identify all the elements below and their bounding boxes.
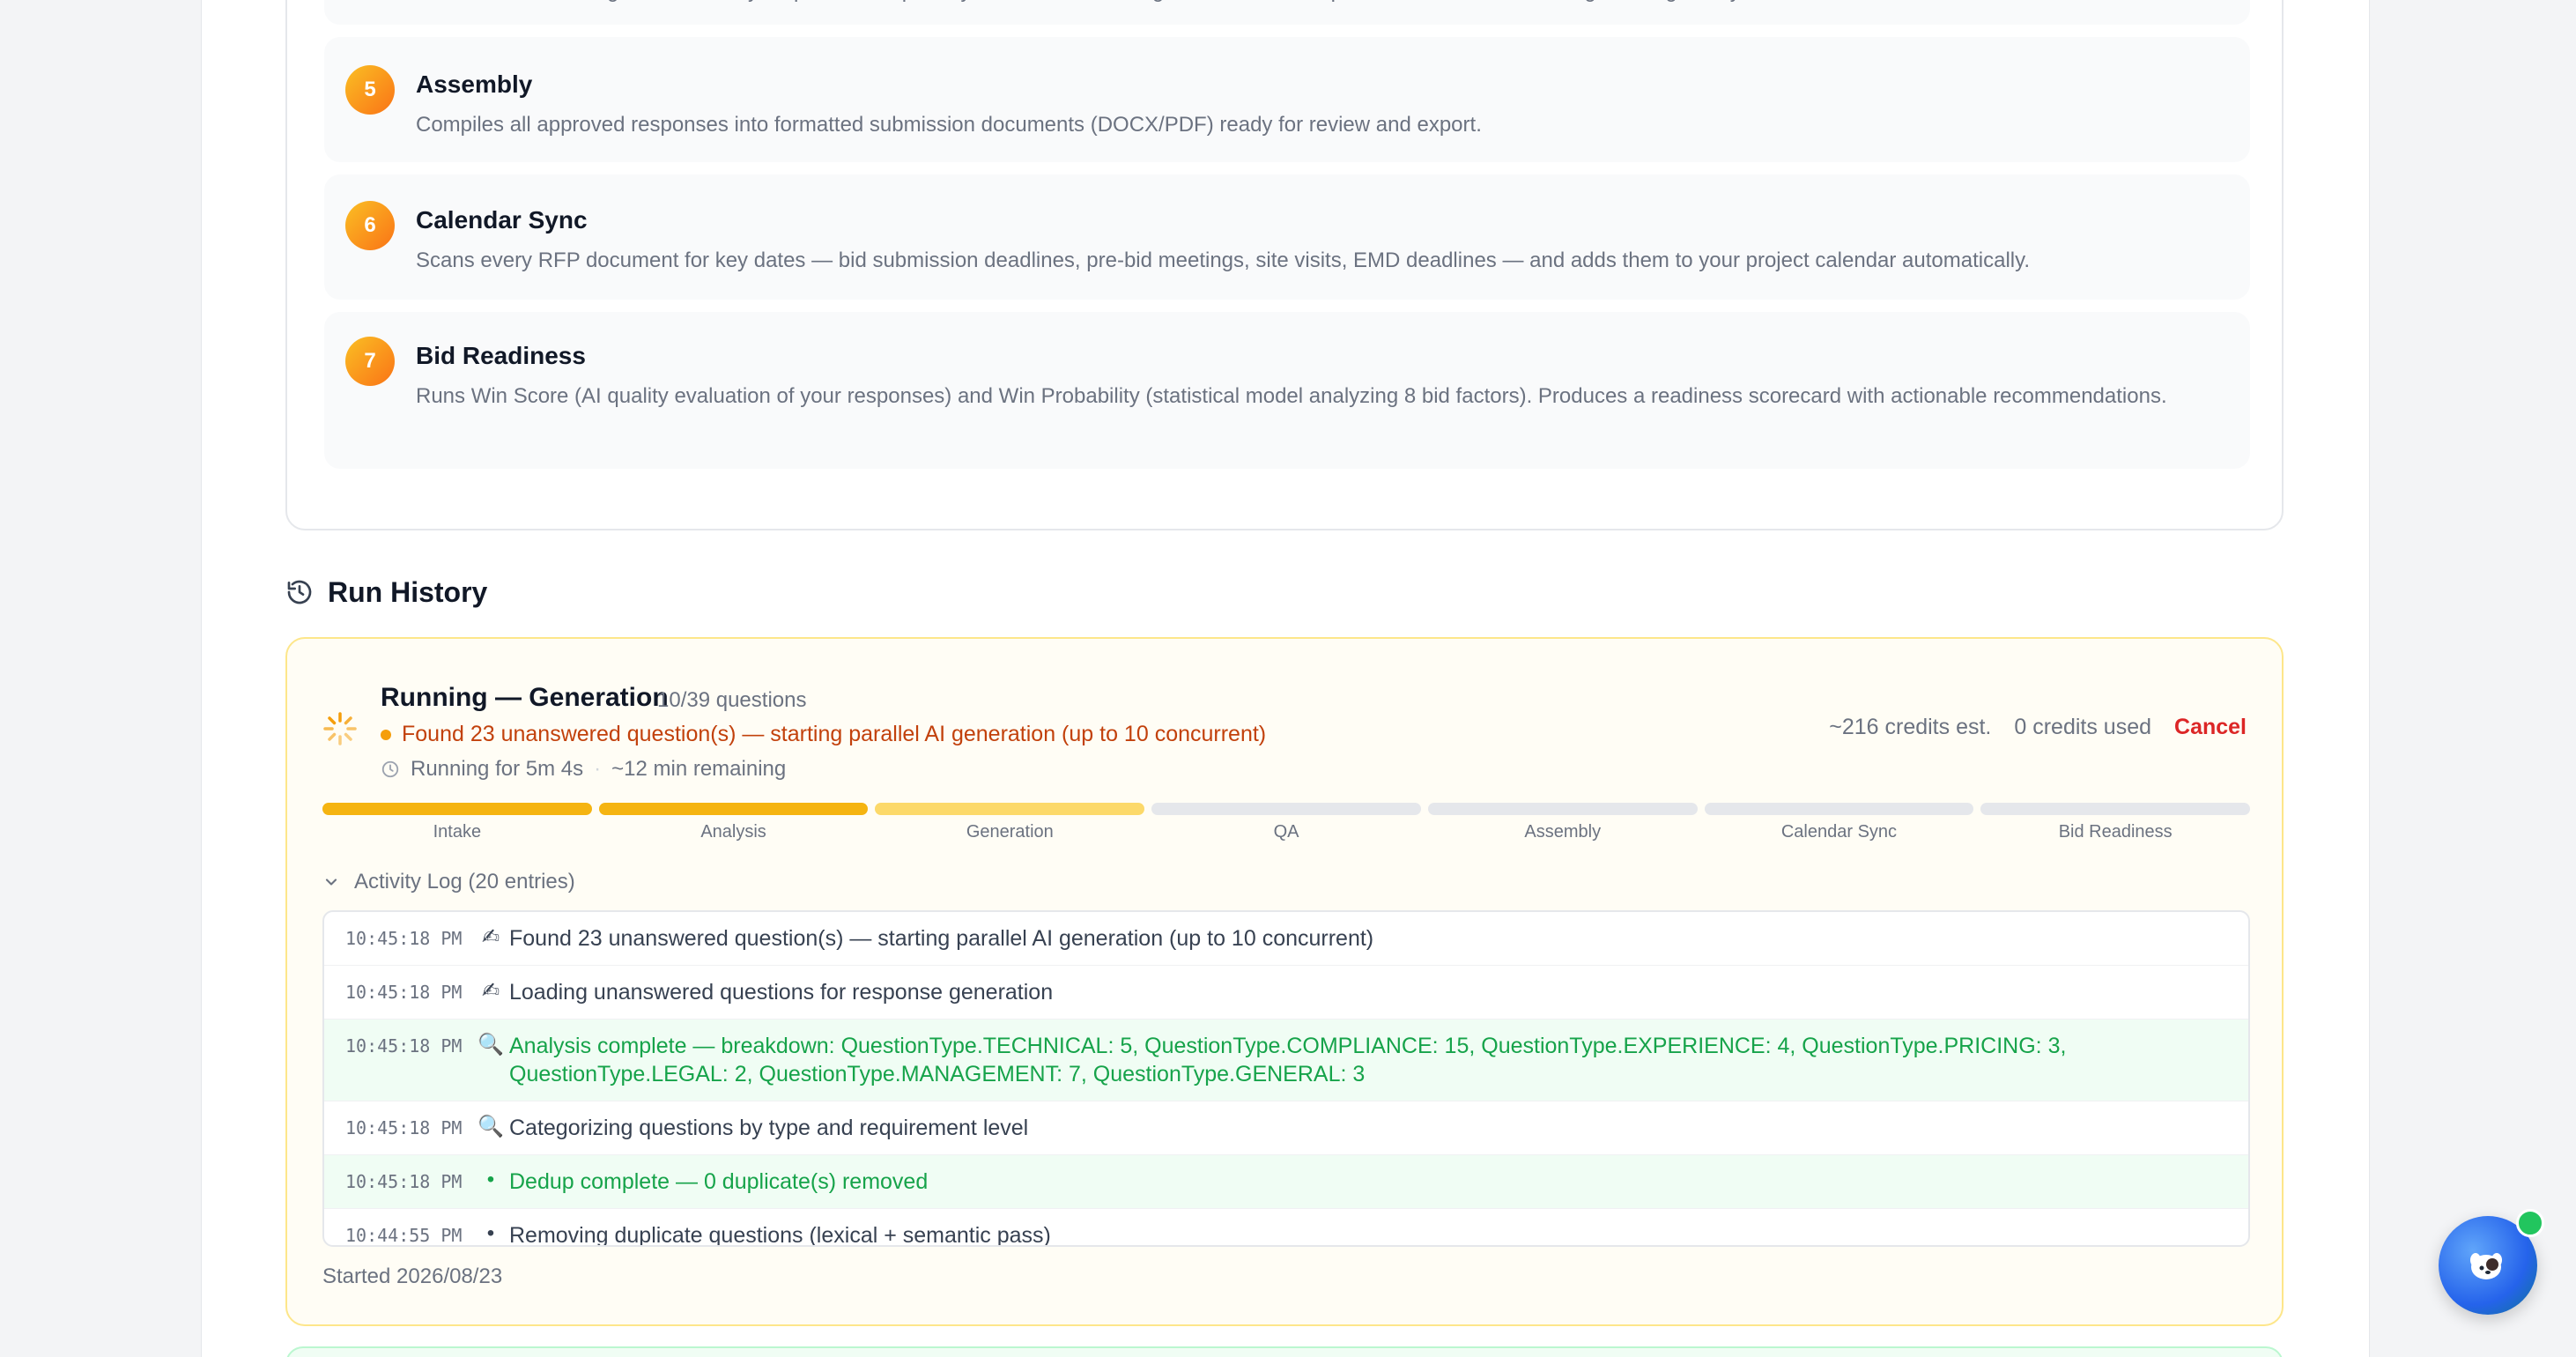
- log-entry: 10:45:18 PM ✍ Loading unanswered questio…: [324, 966, 2248, 1020]
- stage-bid-readiness: Bid Readiness: [1980, 803, 2251, 842]
- status-dot-icon: [381, 729, 391, 740]
- bullet-icon: •: [486, 1221, 495, 1245]
- clock-icon: [381, 760, 399, 778]
- log-entry: 10:44:55 PM • Removing duplicate questio…: [324, 1209, 2248, 1247]
- separator-dot: ·: [594, 757, 602, 781]
- log-entry: 10:45:18 PM ✍ Found 23 unanswered questi…: [324, 912, 2248, 966]
- stage-assembly: Assembly: [1427, 803, 1698, 842]
- stage-bar: [598, 803, 869, 815]
- magnifier-icon: 🔍: [477, 1115, 504, 1138]
- stage-analysis: Analysis: [598, 803, 869, 842]
- run-credits-actions: ~216 credits est. 0 credits used Cancel: [1829, 715, 2247, 740]
- log-message: Dedup complete — 0 duplicate(s) removed: [509, 1169, 929, 1194]
- log-timestamp: 10:45:18 PM: [345, 1171, 463, 1192]
- stage-label: Generation: [966, 822, 1054, 842]
- log-timestamp: 10:45:18 PM: [345, 1035, 463, 1057]
- log-entry: 10:45:18 PM 🔍 Categorizing questions by …: [324, 1101, 2248, 1155]
- log-timestamp: 10:45:18 PM: [345, 928, 463, 949]
- run-question-count: 10/39 questions: [657, 688, 807, 712]
- log-message: Categorizing questions by type and requi…: [509, 1116, 1029, 1140]
- run-started-date: Started 2026/08/23: [322, 1264, 503, 1288]
- step-description: Runs Win Score (AI quality evaluation of…: [416, 384, 2167, 408]
- stage-bar: [1151, 803, 1421, 815]
- stage-label: Intake: [433, 822, 482, 842]
- stage-generation: Generation: [875, 803, 1145, 842]
- remaining-text: ~12 min remaining: [611, 757, 787, 781]
- stage-label: Bid Readiness: [2058, 822, 2173, 842]
- log-message: Removing duplicate questions (lexical + …: [509, 1223, 1051, 1247]
- credits-estimate: ~216 credits est.: [1829, 715, 1992, 739]
- stage-bar: [875, 803, 1145, 815]
- step-number-badge: 7: [345, 337, 395, 386]
- credits-used: 0 credits used: [2014, 715, 2152, 739]
- cancel-button[interactable]: Cancel: [2174, 715, 2247, 740]
- log-message: Analysis complete — breakdown: QuestionT…: [509, 1034, 2067, 1086]
- stage-qa: QA: [1151, 803, 1421, 842]
- pipeline-step-calendar-sync: 6 Calendar Sync Scans every RFP document…: [324, 174, 2250, 300]
- writing-hand-icon: ✍: [481, 925, 500, 949]
- pipeline-steps-card: Red Team review flags weak or risky resp…: [285, 0, 2284, 530]
- online-status-dot: [2516, 1209, 2544, 1237]
- stage-intake: Intake: [322, 803, 592, 842]
- stage-progress: Intake Analysis Generation QA Assembly C…: [322, 803, 2251, 842]
- log-entry: 10:45:18 PM • Dedup complete — 0 duplica…: [324, 1155, 2248, 1209]
- step-title: Assembly: [416, 70, 533, 98]
- log-timestamp: 10:44:55 PM: [345, 1225, 463, 1246]
- run-card: Running — Generation 10/39 questions Fou…: [285, 637, 2284, 1326]
- step-number-badge: 6: [345, 201, 395, 250]
- stage-label: QA: [1273, 822, 1299, 842]
- step-title: Bid Readiness: [416, 342, 586, 369]
- run-history-title: Run History: [328, 576, 488, 608]
- pipeline-step-bid-readiness: 7 Bid Readiness Runs Win Score (AI quali…: [324, 312, 2250, 469]
- magnifier-icon: 🔍: [477, 1033, 504, 1057]
- stage-label: Analysis: [700, 822, 766, 842]
- activity-log[interactable]: 10:45:18 PM ✍ Found 23 unanswered questi…: [322, 910, 2250, 1247]
- pipeline-step-assembly: 5 Assembly Compiles all approved respons…: [324, 37, 2250, 162]
- step-description: Red Team review flags weak or risky resp…: [416, 0, 2213, 9]
- stage-label: Assembly: [1524, 822, 1602, 842]
- next-run-card: [285, 1346, 2284, 1357]
- stage-bar: [1980, 803, 2251, 815]
- spinner-icon: [323, 712, 357, 745]
- mascot-icon: [2470, 1253, 2502, 1279]
- run-title: Running — Generation: [381, 683, 669, 712]
- run-timing: Running for 5m 4s · ~12 min remaining: [381, 757, 786, 782]
- run-status: Found 23 unanswered question(s) — starti…: [381, 722, 1266, 747]
- stage-bar: [1704, 803, 1974, 815]
- activity-log-toggle[interactable]: Activity Log (20 entries): [322, 870, 575, 894]
- log-message: Loading unanswered questions for respons…: [509, 980, 1054, 1005]
- running-for-text: Running for 5m 4s: [411, 757, 584, 781]
- step-description: Scans every RFP document for key dates —…: [416, 248, 2030, 272]
- stage-calendar-sync: Calendar Sync: [1704, 803, 1974, 842]
- step-description: Compiles all approved responses into for…: [416, 113, 1482, 137]
- stage-bar: [322, 803, 592, 815]
- history-icon: [287, 580, 312, 604]
- step-title: Calendar Sync: [416, 206, 588, 234]
- activity-log-label: Activity Log (20 entries): [354, 870, 575, 894]
- chevron-down-icon: [325, 879, 337, 886]
- log-timestamp: 10:45:18 PM: [345, 1117, 463, 1138]
- stage-label: Calendar Sync: [1780, 822, 1898, 842]
- log-entry: 10:45:18 PM 🔍 Analysis complete — breakd…: [324, 1020, 2248, 1101]
- run-status-text: Found 23 unanswered question(s) — starti…: [402, 722, 1267, 746]
- log-message: Found 23 unanswered question(s) — starti…: [509, 926, 1374, 951]
- writing-hand-icon: ✍: [481, 979, 500, 1003]
- step-number-badge: 5: [345, 65, 395, 115]
- bullet-icon: •: [486, 1168, 495, 1191]
- pipeline-step-compliance: Red Team review flags weak or risky resp…: [324, 0, 2250, 25]
- log-timestamp: 10:45:18 PM: [345, 982, 463, 1003]
- stage-bar: [1427, 803, 1698, 815]
